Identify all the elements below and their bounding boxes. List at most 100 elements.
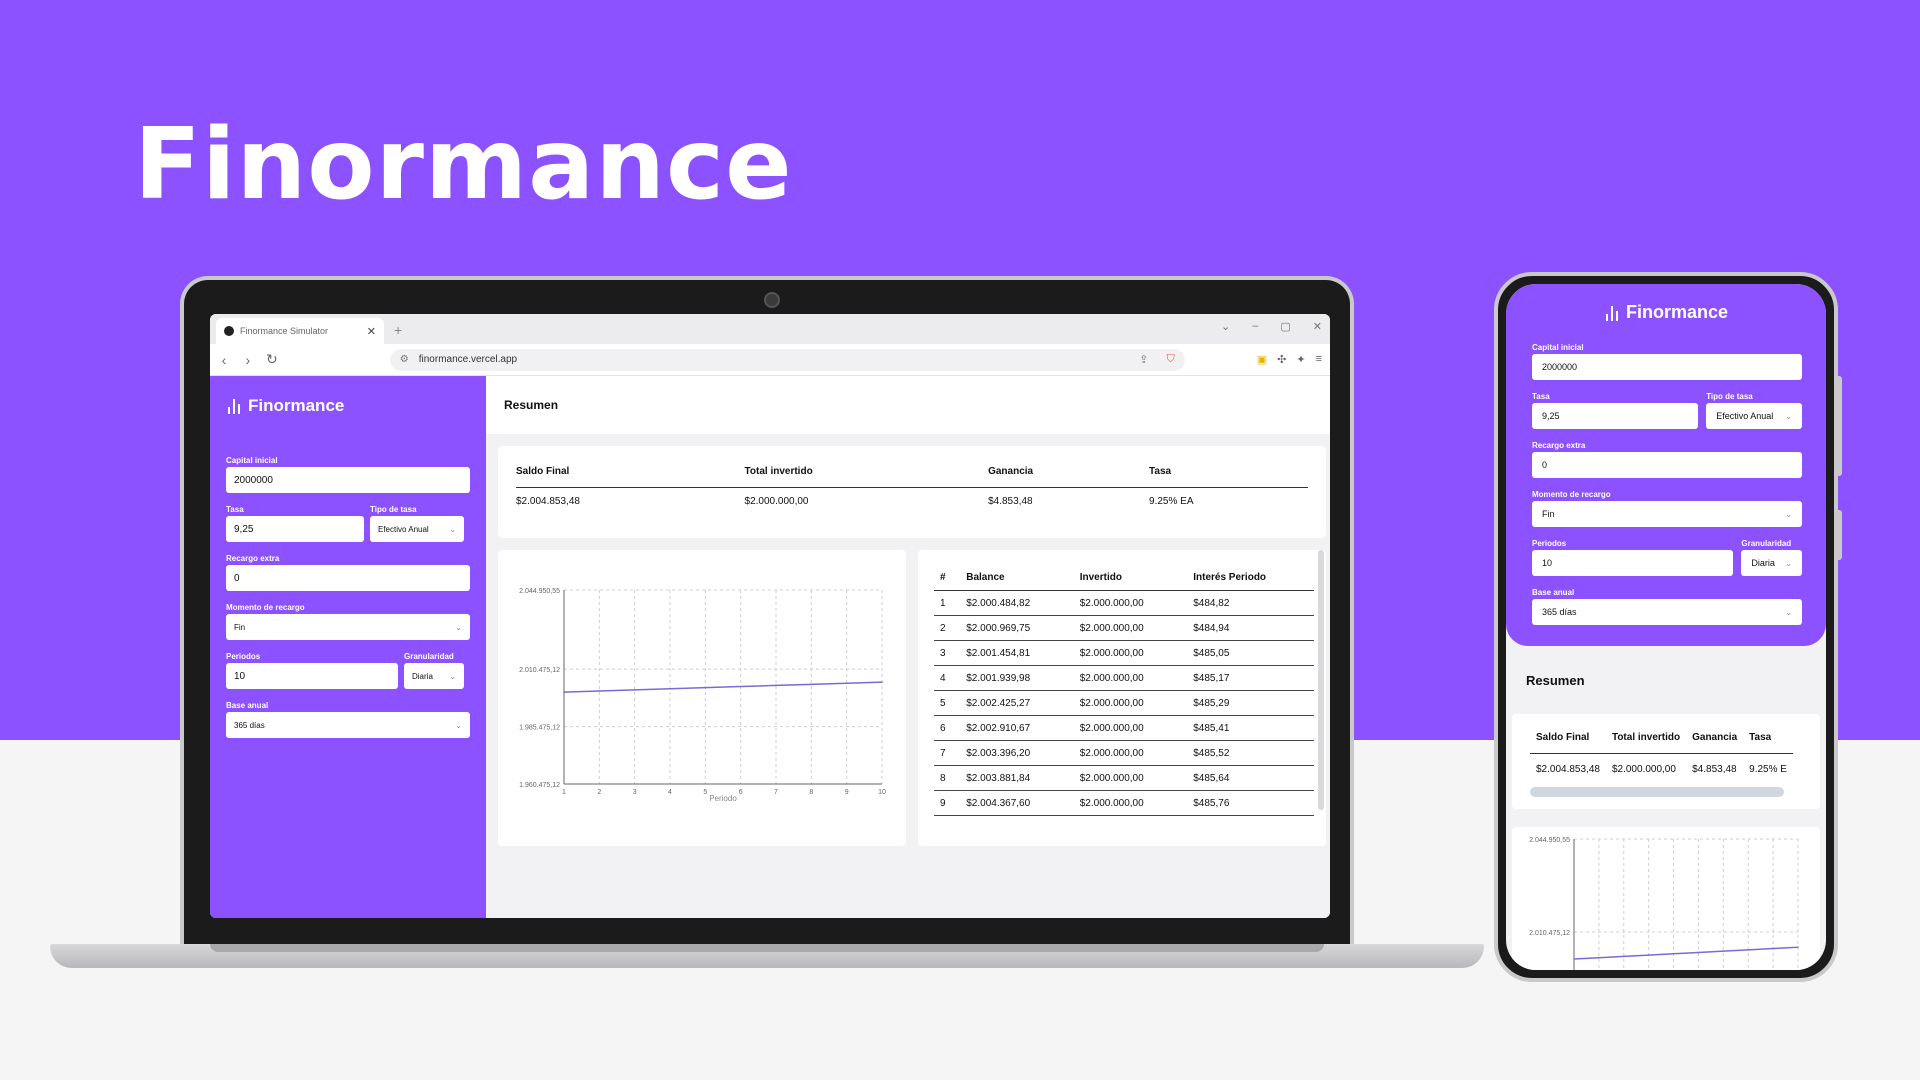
app-root: Finormance Capital inicial 2000000 Tasa … [210, 376, 1330, 918]
momento-select[interactable]: Fin ⌄ [226, 614, 470, 640]
table-row: 2 $2.000.969,75 $2.000.000,00 $484,94 [934, 615, 1314, 641]
data-point [1672, 952, 1675, 955]
summary-value: $2.004.853,48 [1536, 764, 1600, 775]
table-cell: 4 [934, 665, 961, 691]
table-row: 7 $2.003.396,20 $2.000.000,00 $485,52 [934, 740, 1314, 766]
table-cell: $2.000.000,00 [1073, 640, 1188, 666]
x-tick-label: 8 [809, 789, 813, 796]
close-window-icon[interactable]: ✕ [1313, 320, 1322, 333]
address-bar[interactable]: ⚙ finormance.vercel.app ⇪ ⛉ [389, 348, 1185, 371]
periodos-input[interactable]: 10 [226, 663, 398, 689]
data-point [563, 691, 565, 693]
share-icon[interactable]: ⇪ [1139, 353, 1148, 366]
forward-icon[interactable]: › [242, 352, 254, 368]
series-line [1573, 946, 1799, 960]
table-cell: $485,17 [1187, 665, 1314, 691]
phone-summary-table: Saldo Final Total invertido Ganancia Tas… [1530, 732, 1793, 779]
brave-shield-icon[interactable]: ⛉ [1166, 353, 1174, 366]
puzzle-icon[interactable]: ✣ [1277, 353, 1286, 366]
table-cell: $2.003.881,84 [960, 765, 1074, 791]
periodos-label: Periodos [1532, 539, 1567, 548]
chevron-down-icon[interactable]: ⌄ [1221, 320, 1230, 333]
close-tab-icon[interactable]: ✕ [367, 325, 376, 338]
extension-icon[interactable]: ▣ [1257, 353, 1267, 366]
table-row: 8 $2.003.881,84 $2.000.000,00 $485,64 [934, 765, 1314, 791]
chevron-down-icon: ⌄ [1785, 607, 1792, 617]
summary-header: Ganancia [1686, 732, 1744, 754]
reload-icon[interactable]: ↻ [266, 351, 278, 368]
summary-value: $4.853,48 [988, 496, 1033, 507]
chevron-down-icon: ⌄ [1785, 558, 1792, 568]
x-tick-label: 2 [597, 789, 601, 796]
tipo-tasa-select[interactable]: Efectivo Anual ⌄ [370, 516, 464, 542]
back-icon[interactable]: ‹ [218, 352, 230, 368]
table-header: Invertido [1073, 568, 1188, 591]
granularidad-select[interactable]: Diaria ⌄ [1741, 550, 1802, 576]
table-cell: 6 [934, 715, 961, 741]
table-row: 3 $2.001.454,81 $2.000.000,00 $485,05 [934, 640, 1314, 666]
table-cell: $2.000.000,00 [1073, 615, 1188, 641]
window-controls: ⌄ – ▢ ✕ [1221, 320, 1322, 333]
table-cell: $485,52 [1187, 740, 1314, 766]
capital-input[interactable]: 2000000 [226, 467, 470, 493]
browser-toolbar: ‹ › ↻ ⚙ finormance.vercel.app ⇪ ⛉ ▣ ✣ ✦ … [210, 344, 1330, 376]
bar-chart-icon [1605, 305, 1618, 321]
table-cell: $2.000.000,00 [1073, 690, 1188, 716]
recargo-input[interactable]: 0 [226, 565, 470, 591]
tasa-input[interactable]: 9,25 [1532, 403, 1699, 429]
table-cell: $2.000.484,82 [960, 590, 1074, 616]
chevron-down-icon: ⌄ [449, 524, 456, 534]
chevron-down-icon: ⌄ [1785, 509, 1792, 519]
base-select[interactable]: 365 días ⌄ [1532, 599, 1802, 625]
table-cell: $2.001.454,81 [960, 640, 1074, 666]
summary-header: Total invertido [744, 466, 989, 488]
tipo-tasa-select[interactable]: Efectivo Anual ⌄ [1706, 403, 1802, 429]
table-cell: 1 [934, 590, 961, 616]
phone-resumen-title: Resumen [1526, 672, 1585, 688]
data-point [1772, 947, 1774, 950]
new-tab-icon[interactable]: + [384, 322, 412, 344]
table-header: Balance [960, 568, 1074, 591]
summary-header: Saldo Final [516, 466, 745, 488]
maximize-icon[interactable]: ▢ [1280, 320, 1290, 333]
table-cell: $2.002.910,67 [960, 715, 1074, 741]
capital-label: Capital inicial [226, 456, 278, 465]
periodos-input[interactable]: 10 [1532, 550, 1734, 576]
tasa-label: Tasa [1532, 392, 1550, 401]
data-point [739, 685, 742, 688]
browser-tab[interactable]: Finormance Simulator ✕ [216, 318, 384, 344]
recargo-input[interactable]: 0 [1532, 452, 1802, 478]
x-axis-label: Periodo [709, 794, 737, 803]
y-tick-label: 1.985.475,12 [519, 725, 560, 732]
menu-icon[interactable]: ≡ [1316, 353, 1322, 366]
tipo-tasa-value: Efectivo Anual [378, 524, 429, 534]
table-row: 1 $2.000.484,82 $2.000.000,00 $484,82 [934, 590, 1314, 616]
base-select[interactable]: 365 días ⌄ [226, 712, 470, 738]
summary-value: $2.004.853,48 [516, 496, 580, 507]
minimize-icon[interactable]: – [1252, 320, 1258, 333]
horizontal-scrollbar[interactable] [1530, 787, 1784, 797]
summary-value: $4.853,48 [1692, 764, 1737, 775]
table-cell: $2.004.367,60 [960, 790, 1074, 816]
data-point [1622, 955, 1625, 958]
table-cell: 2 [934, 615, 961, 641]
table-scrollbar[interactable] [1318, 550, 1324, 810]
tasa-input[interactable]: 9,25 [226, 516, 364, 542]
sparkle-icon[interactable]: ✦ [1296, 353, 1305, 366]
momento-select[interactable]: Fin ⌄ [1532, 501, 1802, 527]
granularidad-value: Diaria [412, 671, 433, 681]
granularidad-select[interactable]: Diaria ⌄ [404, 663, 464, 689]
summary-value: 9.25% E [1749, 764, 1787, 775]
table-cell: $2.002.425,27 [960, 690, 1074, 716]
granularidad-label: Granularidad [404, 652, 454, 661]
phone-balance-chart: 2.044.950,55 2.010.475,12 [1529, 837, 1799, 970]
summary-header: Ganancia [988, 466, 1150, 488]
table-cell: $484,82 [1187, 590, 1314, 616]
site-settings-icon[interactable]: ⚙ [400, 354, 409, 365]
momento-value: Fin [234, 622, 246, 632]
granularidad-value: Diaria [1751, 558, 1775, 568]
capital-input[interactable]: 2000000 [1532, 354, 1802, 380]
table-cell: 5 [934, 690, 961, 716]
hero-title: Finormance [134, 108, 793, 222]
table-header: Interés Periodo [1187, 568, 1314, 591]
